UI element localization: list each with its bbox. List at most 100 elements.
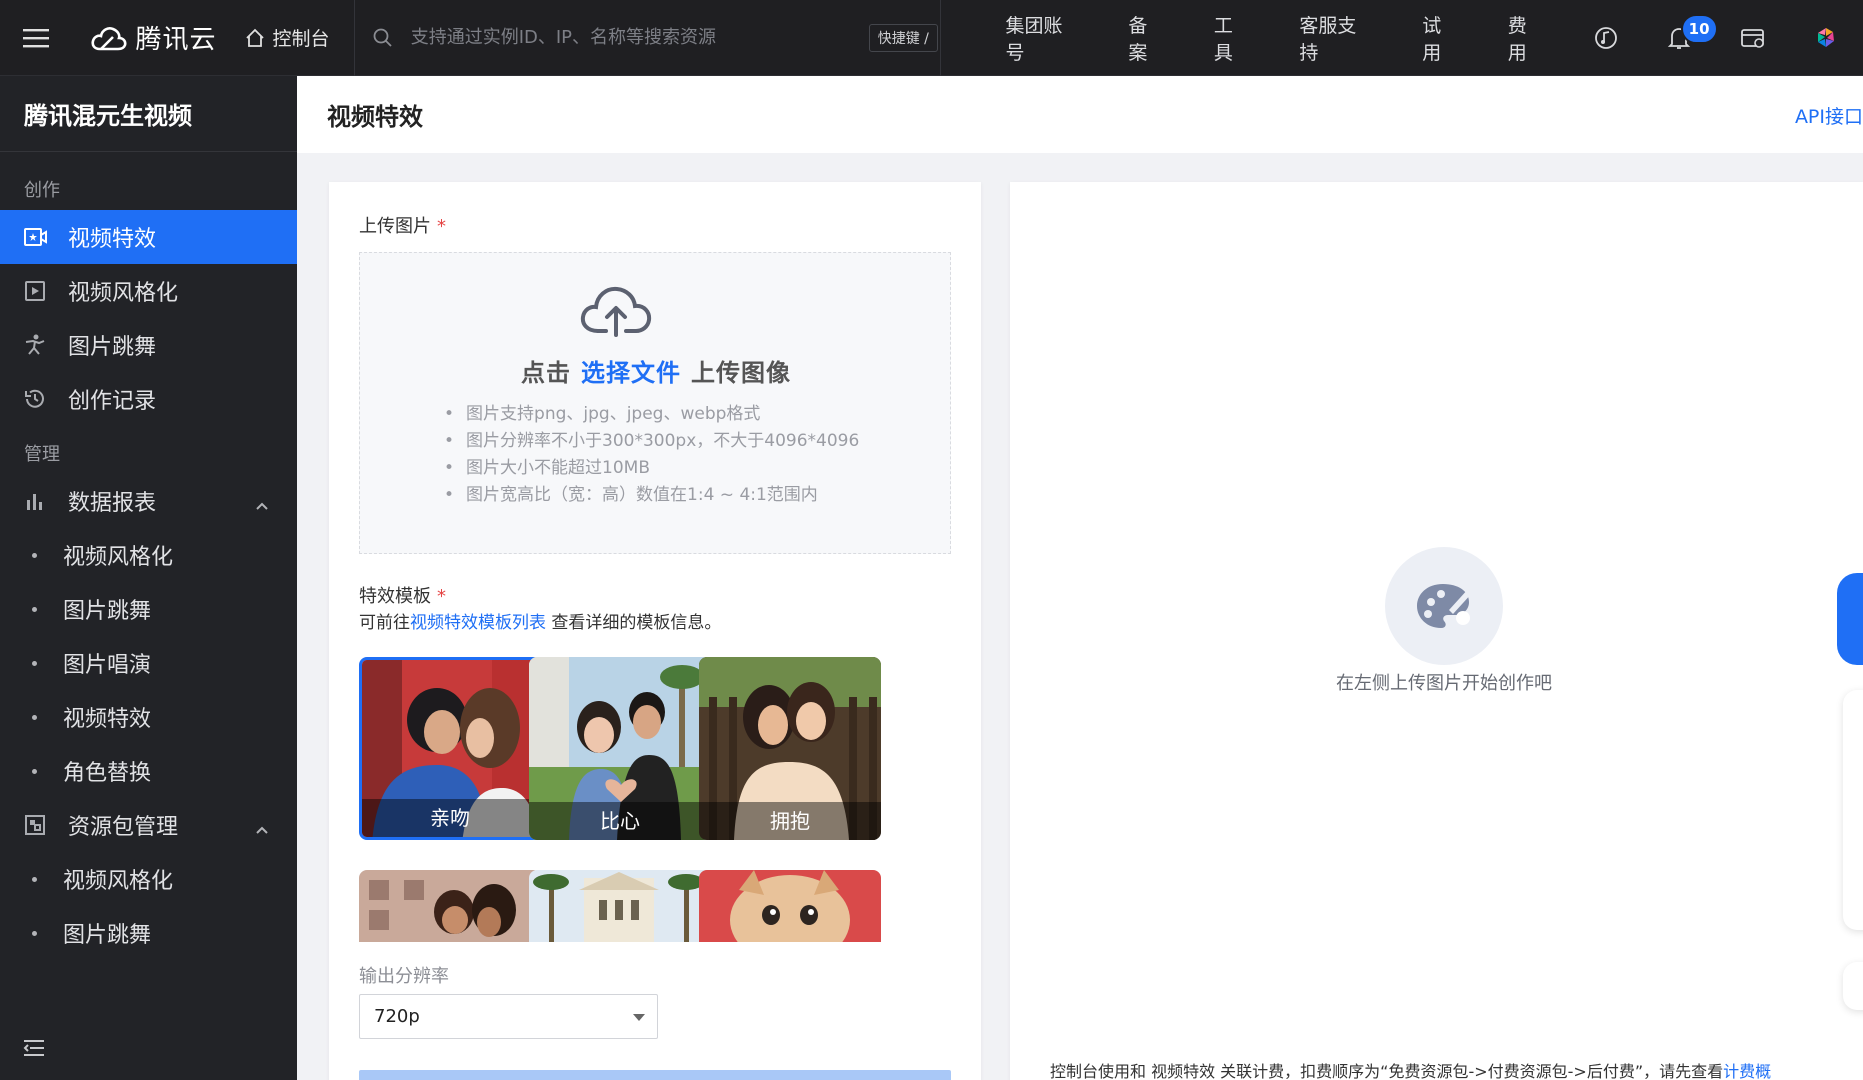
notification-bell[interactable]: 10	[1643, 0, 1718, 76]
sidebar-subitem[interactable]: 视频风格化	[0, 852, 297, 906]
bullet-dot	[32, 552, 37, 558]
sidebar-subitem[interactable]: 视频风格化	[0, 528, 297, 582]
sidebar-item-data-report[interactable]: 数据报表	[0, 474, 297, 528]
home-icon	[245, 28, 264, 47]
bullet-dot	[32, 606, 37, 612]
template-thumbnail	[529, 870, 711, 942]
floating-side-button[interactable]	[1843, 962, 1863, 1010]
template-card-kiss[interactable]: 亲吻	[359, 657, 541, 840]
template-card-5[interactable]	[529, 870, 711, 942]
sidebar-item-label: 创作记录	[68, 389, 157, 414]
dance-icon	[22, 332, 48, 358]
template-card-hug[interactable]: 拥抱	[699, 657, 881, 840]
sidebar-item-history[interactable]: 创作记录	[0, 372, 297, 426]
divider	[940, 0, 942, 76]
template-hint-suffix: 查看详细的模板信息。	[546, 613, 722, 633]
chevron-up-icon[interactable]	[255, 816, 269, 841]
billing-link[interactable]: 计费概	[1723, 1062, 1771, 1080]
template-card-heart[interactable]: 比心	[529, 657, 711, 840]
empty-state-text: 在左侧上传图片开始创作吧	[1336, 673, 1552, 694]
sidebar-subitem[interactable]: 图片跳舞	[0, 582, 297, 636]
nav-support[interactable]: 客服支持	[1275, 0, 1398, 76]
sidebar-item-label: 图片跳舞	[68, 335, 157, 360]
nav-filing[interactable]: 备案	[1104, 0, 1189, 76]
sidebar-subitem-label: 图片跳舞	[63, 599, 152, 624]
nav-group-account[interactable]: 集团账号	[981, 0, 1104, 76]
search-input[interactable]	[410, 27, 851, 48]
tencent-cloud-logo[interactable]: 腾讯云	[91, 19, 220, 56]
billing-text: 控制台使用和 视频特效 关联计费，扣费顺序为“免费资源包->付费资源包->后付费…	[1050, 1062, 1724, 1080]
required-mark: *	[437, 216, 446, 237]
logo-text: 腾讯云	[135, 25, 217, 55]
sidebar-item-label: 数据报表	[68, 491, 157, 516]
sidebar-item-label: 视频特效	[68, 227, 157, 252]
floating-consult-tab[interactable]	[1837, 573, 1863, 665]
upload-cta-prefix: 点击	[521, 359, 571, 387]
cloud-upload-icon	[580, 286, 652, 337]
template-label-text: 特效模板	[359, 586, 431, 607]
shortcut-badge: 快捷键 /	[868, 23, 938, 52]
template-label: 比心	[529, 802, 711, 840]
group-manage-label: 管理	[24, 444, 60, 465]
sidebar-subitem[interactable]: 图片唱演	[0, 636, 297, 690]
sidebar-title: 腾讯混元生视频	[0, 76, 297, 152]
group-create-label: 创作	[24, 180, 60, 201]
sidebar-item-video-style[interactable]: 视频风格化	[0, 264, 297, 318]
template-thumbnail	[699, 870, 881, 942]
sidebar-subitem[interactable]: 角色替换	[0, 744, 297, 798]
palette-icon	[1385, 547, 1503, 665]
template-thumbnail	[359, 870, 541, 942]
resource-pack-icon	[22, 812, 48, 838]
nav-tools[interactable]: 工具	[1190, 0, 1275, 76]
template-card-6[interactable]	[699, 870, 881, 942]
upload-dropzone[interactable]: 点击选择文件上传图像 图片支持png、jpg、jpeg、webp格式 图片分辨率…	[359, 252, 951, 554]
app-logo-icon[interactable]	[1790, 0, 1863, 76]
console-label: 控制台	[272, 28, 330, 50]
bullet-dot	[32, 930, 37, 936]
choose-file-link[interactable]: 选择文件	[581, 359, 681, 387]
sidebar-subitem-label: 视频风格化	[63, 869, 174, 894]
collapse-sidebar-icon[interactable]	[22, 1038, 46, 1062]
sidebar-item-resource-pack[interactable]: 资源包管理	[0, 798, 297, 852]
sidebar-subitem-label: 视频特效	[63, 707, 152, 732]
video-style-icon	[22, 278, 48, 304]
required-mark: *	[437, 586, 446, 607]
template-label: 特效模板 *	[359, 582, 446, 608]
chevron-up-icon[interactable]	[255, 492, 269, 517]
video-effects-icon	[22, 224, 48, 250]
template-list-link[interactable]: 视频特效模板列表	[410, 613, 546, 633]
nav-trial[interactable]: 试用	[1398, 0, 1483, 76]
upload-label-text: 上传图片	[359, 216, 431, 237]
resolution-label: 输出分辨率	[359, 966, 449, 987]
sidebar-item-label: 视频风格化	[68, 281, 179, 306]
bullet-dot	[32, 660, 37, 666]
music-icon[interactable]	[1569, 0, 1642, 76]
sidebar-item-video-effects[interactable]: 视频特效	[0, 210, 297, 264]
sidebar-item-image-dance[interactable]: 图片跳舞	[0, 318, 297, 372]
api-link[interactable]: API接口	[1795, 102, 1863, 129]
bullet-dot	[32, 768, 37, 774]
form-panel: 上传图片 * 点击选择文件上传图像 图片支持png、jpg、jpeg、webp格式…	[329, 182, 981, 1080]
upload-rules-list: 图片支持png、jpg、jpeg、webp格式 图片分辨率不小于300*300p…	[460, 401, 859, 509]
caret-down-icon	[633, 1014, 645, 1021]
console-link[interactable]: 控制台	[245, 24, 354, 51]
page-header: 视频特效 API接口	[297, 76, 1863, 153]
sidebar-subitem[interactable]: 图片跳舞	[0, 906, 297, 960]
upload-rule: 图片大小不能超过10MB	[460, 455, 859, 482]
template-hint: 可前往视频特效模板列表 查看详细的模板信息。	[359, 608, 721, 633]
resolution-select[interactable]: 720p	[359, 994, 658, 1039]
upload-rule: 图片分辨率不小于300*300px，不大于4096*4096	[460, 428, 859, 455]
history-icon	[22, 386, 48, 412]
template-card-4[interactable]	[359, 870, 541, 942]
billing-card-icon[interactable]	[1716, 0, 1789, 76]
search-icon	[373, 28, 392, 47]
menu-icon[interactable]	[0, 0, 71, 76]
search-bar[interactable]: 快捷键 /	[355, 0, 941, 76]
nav-billing[interactable]: 费用	[1484, 0, 1569, 76]
template-label: 亲吻	[362, 799, 538, 837]
sidebar-subitem[interactable]: 视频特效	[0, 690, 297, 744]
sidebar-subitem-label: 图片跳舞	[63, 923, 152, 948]
cloud-logo-icon	[91, 26, 127, 50]
floating-side-card[interactable]	[1843, 690, 1863, 930]
submit-button[interactable]	[359, 1070, 951, 1080]
